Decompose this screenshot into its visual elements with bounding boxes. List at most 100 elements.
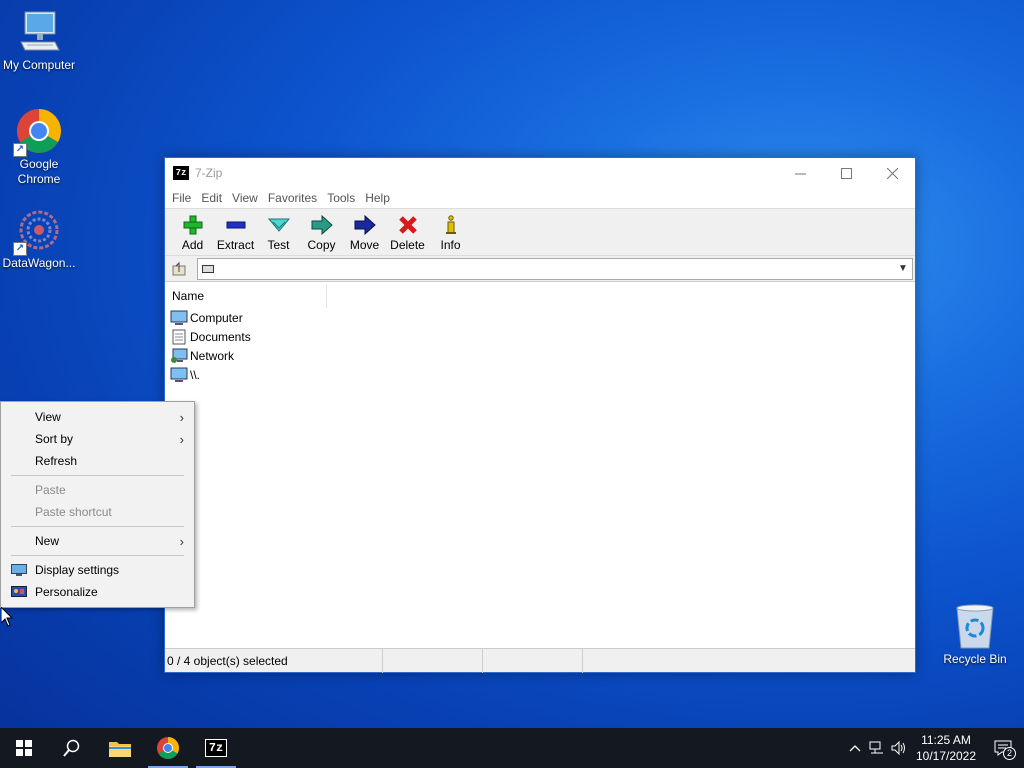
recycle-bin-label: Recycle Bin xyxy=(943,652,1007,666)
minimize-button[interactable] xyxy=(777,158,823,188)
copy-label: Copy xyxy=(307,238,336,252)
menu-item-label: View xyxy=(35,410,61,424)
test-button[interactable]: Test xyxy=(257,209,300,255)
menu-separator xyxy=(11,526,184,527)
chevron-down-icon[interactable]: ▼ xyxy=(894,263,912,274)
info-button[interactable]: Info xyxy=(429,209,472,255)
file-list[interactable]: Name Computer Documents Network \\. xyxy=(165,284,915,648)
copy-button[interactable]: Copy xyxy=(300,209,343,255)
maximize-button[interactable] xyxy=(823,158,869,188)
menu-item-new[interactable]: New › xyxy=(1,530,194,552)
menu-help[interactable]: Help xyxy=(360,191,395,205)
status-cell-packed xyxy=(483,648,583,673)
up-folder-button[interactable] xyxy=(167,258,191,280)
desktop-icon-recycle-bin[interactable]: Recycle Bin xyxy=(940,602,1010,666)
copy-arrow-icon xyxy=(310,214,334,236)
start-button[interactable] xyxy=(0,728,48,768)
column-header-name[interactable]: Name xyxy=(165,284,327,308)
7zip-window: 7z 7-Zip File Edit View Favorites Tools … xyxy=(164,157,916,673)
close-icon xyxy=(886,167,898,179)
info-label: Info xyxy=(440,238,461,252)
list-item[interactable]: Documents xyxy=(165,327,915,346)
notification-center-button[interactable]: 2 xyxy=(982,728,1024,768)
extract-minus-icon xyxy=(224,214,248,236)
menu-item-label: Paste xyxy=(35,483,66,497)
delete-button[interactable]: Delete xyxy=(386,209,429,255)
volume-icon[interactable] xyxy=(888,728,910,768)
menu-item-label: Sort by xyxy=(35,432,74,446)
title-bar[interactable]: 7z 7-Zip xyxy=(165,158,915,188)
add-plus-icon xyxy=(181,214,205,236)
drive-icon xyxy=(202,264,214,273)
menu-bar: File Edit View Favorites Tools Help xyxy=(165,188,915,208)
address-bar: ▼ xyxy=(165,256,915,282)
menu-item-label: Paste shortcut xyxy=(35,505,112,519)
menu-favorites[interactable]: Favorites xyxy=(263,191,322,205)
personalize-icon xyxy=(11,586,27,597)
menu-separator xyxy=(11,555,184,556)
network-status-icon[interactable] xyxy=(866,728,888,768)
clock-date: 10/17/2022 xyxy=(915,749,977,763)
address-input[interactable] xyxy=(214,259,894,278)
menu-item-display-settings[interactable]: Display settings xyxy=(1,559,194,581)
menu-item-label: Personalize xyxy=(35,585,98,599)
list-item[interactable]: Network xyxy=(165,346,915,365)
desktop-icon-my-computer[interactable]: My Computer xyxy=(0,8,78,73)
taskbar-chrome[interactable] xyxy=(144,728,192,768)
desktop-icon-label: DataWagon... xyxy=(2,256,76,270)
notification-badge: 2 xyxy=(1003,747,1016,760)
list-item-name: Documents xyxy=(190,329,251,344)
list-header: Name xyxy=(165,284,915,308)
menu-item-label: Refresh xyxy=(35,454,78,468)
menu-edit[interactable]: Edit xyxy=(196,191,227,205)
my-computer-icon xyxy=(15,8,63,56)
taskbar: 7z 11:25 AM 10/17/2022 2 xyxy=(0,728,1024,768)
add-button[interactable]: Add xyxy=(171,209,214,255)
status-cell-size xyxy=(383,648,483,673)
clock-time: 11:25 AM xyxy=(921,733,971,747)
status-selected: 0 / 4 object(s) selected xyxy=(165,648,383,673)
taskbar-file-explorer[interactable] xyxy=(96,728,144,768)
menu-item-paste-shortcut: Paste shortcut xyxy=(1,501,194,523)
taskbar-7zip[interactable]: 7z xyxy=(192,728,240,768)
toolbar: Add Extract Test Copy Move Delete Info xyxy=(165,208,915,256)
network-icon xyxy=(170,348,188,364)
shortcut-arrow-icon: ↗ xyxy=(13,143,27,157)
list-item[interactable]: \\. xyxy=(165,365,915,384)
desktop-icon-datawagon[interactable]: ↗ DataWagon... xyxy=(0,206,78,271)
search-icon xyxy=(63,739,80,757)
extract-button[interactable]: Extract xyxy=(214,209,257,255)
menu-item-refresh[interactable]: Refresh xyxy=(1,450,194,472)
clock[interactable]: 11:25 AM 10/17/2022 xyxy=(910,732,982,764)
desktop-icon-google-chrome[interactable]: ↗ Google Chrome xyxy=(0,107,78,187)
chevron-right-icon: › xyxy=(179,410,184,425)
maximize-icon xyxy=(840,167,852,179)
menu-item-sort-by[interactable]: Sort by › xyxy=(1,428,194,450)
menu-file[interactable]: File xyxy=(167,191,196,205)
test-check-icon xyxy=(267,214,291,236)
minimize-icon xyxy=(794,173,806,174)
mouse-cursor-icon xyxy=(1,607,13,627)
list-item-name: Computer xyxy=(190,310,243,325)
computer-icon xyxy=(170,367,188,383)
desktop-icon-label: Google Chrome xyxy=(17,157,61,186)
folder-icon xyxy=(109,742,131,757)
close-button[interactable] xyxy=(869,158,915,188)
list-item[interactable]: Computer xyxy=(165,308,915,327)
up-folder-icon xyxy=(172,261,186,275)
move-button[interactable]: Move xyxy=(343,209,386,255)
desktop-context-menu: View › Sort by › Refresh Paste Paste sho… xyxy=(0,401,195,608)
display-settings-icon xyxy=(11,564,27,576)
chrome-icon: ↗ xyxy=(13,107,63,157)
search-button[interactable] xyxy=(48,728,96,768)
menu-view[interactable]: View xyxy=(227,191,263,205)
menu-item-personalize[interactable]: Personalize xyxy=(1,581,194,603)
document-icon xyxy=(170,329,188,345)
menu-item-view[interactable]: View › xyxy=(1,406,194,428)
menu-separator xyxy=(11,475,184,476)
delete-label: Delete xyxy=(390,238,425,252)
chevron-right-icon: › xyxy=(179,534,184,549)
address-field[interactable]: ▼ xyxy=(197,257,913,280)
tray-chevron-up-icon[interactable] xyxy=(844,728,866,768)
menu-tools[interactable]: Tools xyxy=(322,191,360,205)
